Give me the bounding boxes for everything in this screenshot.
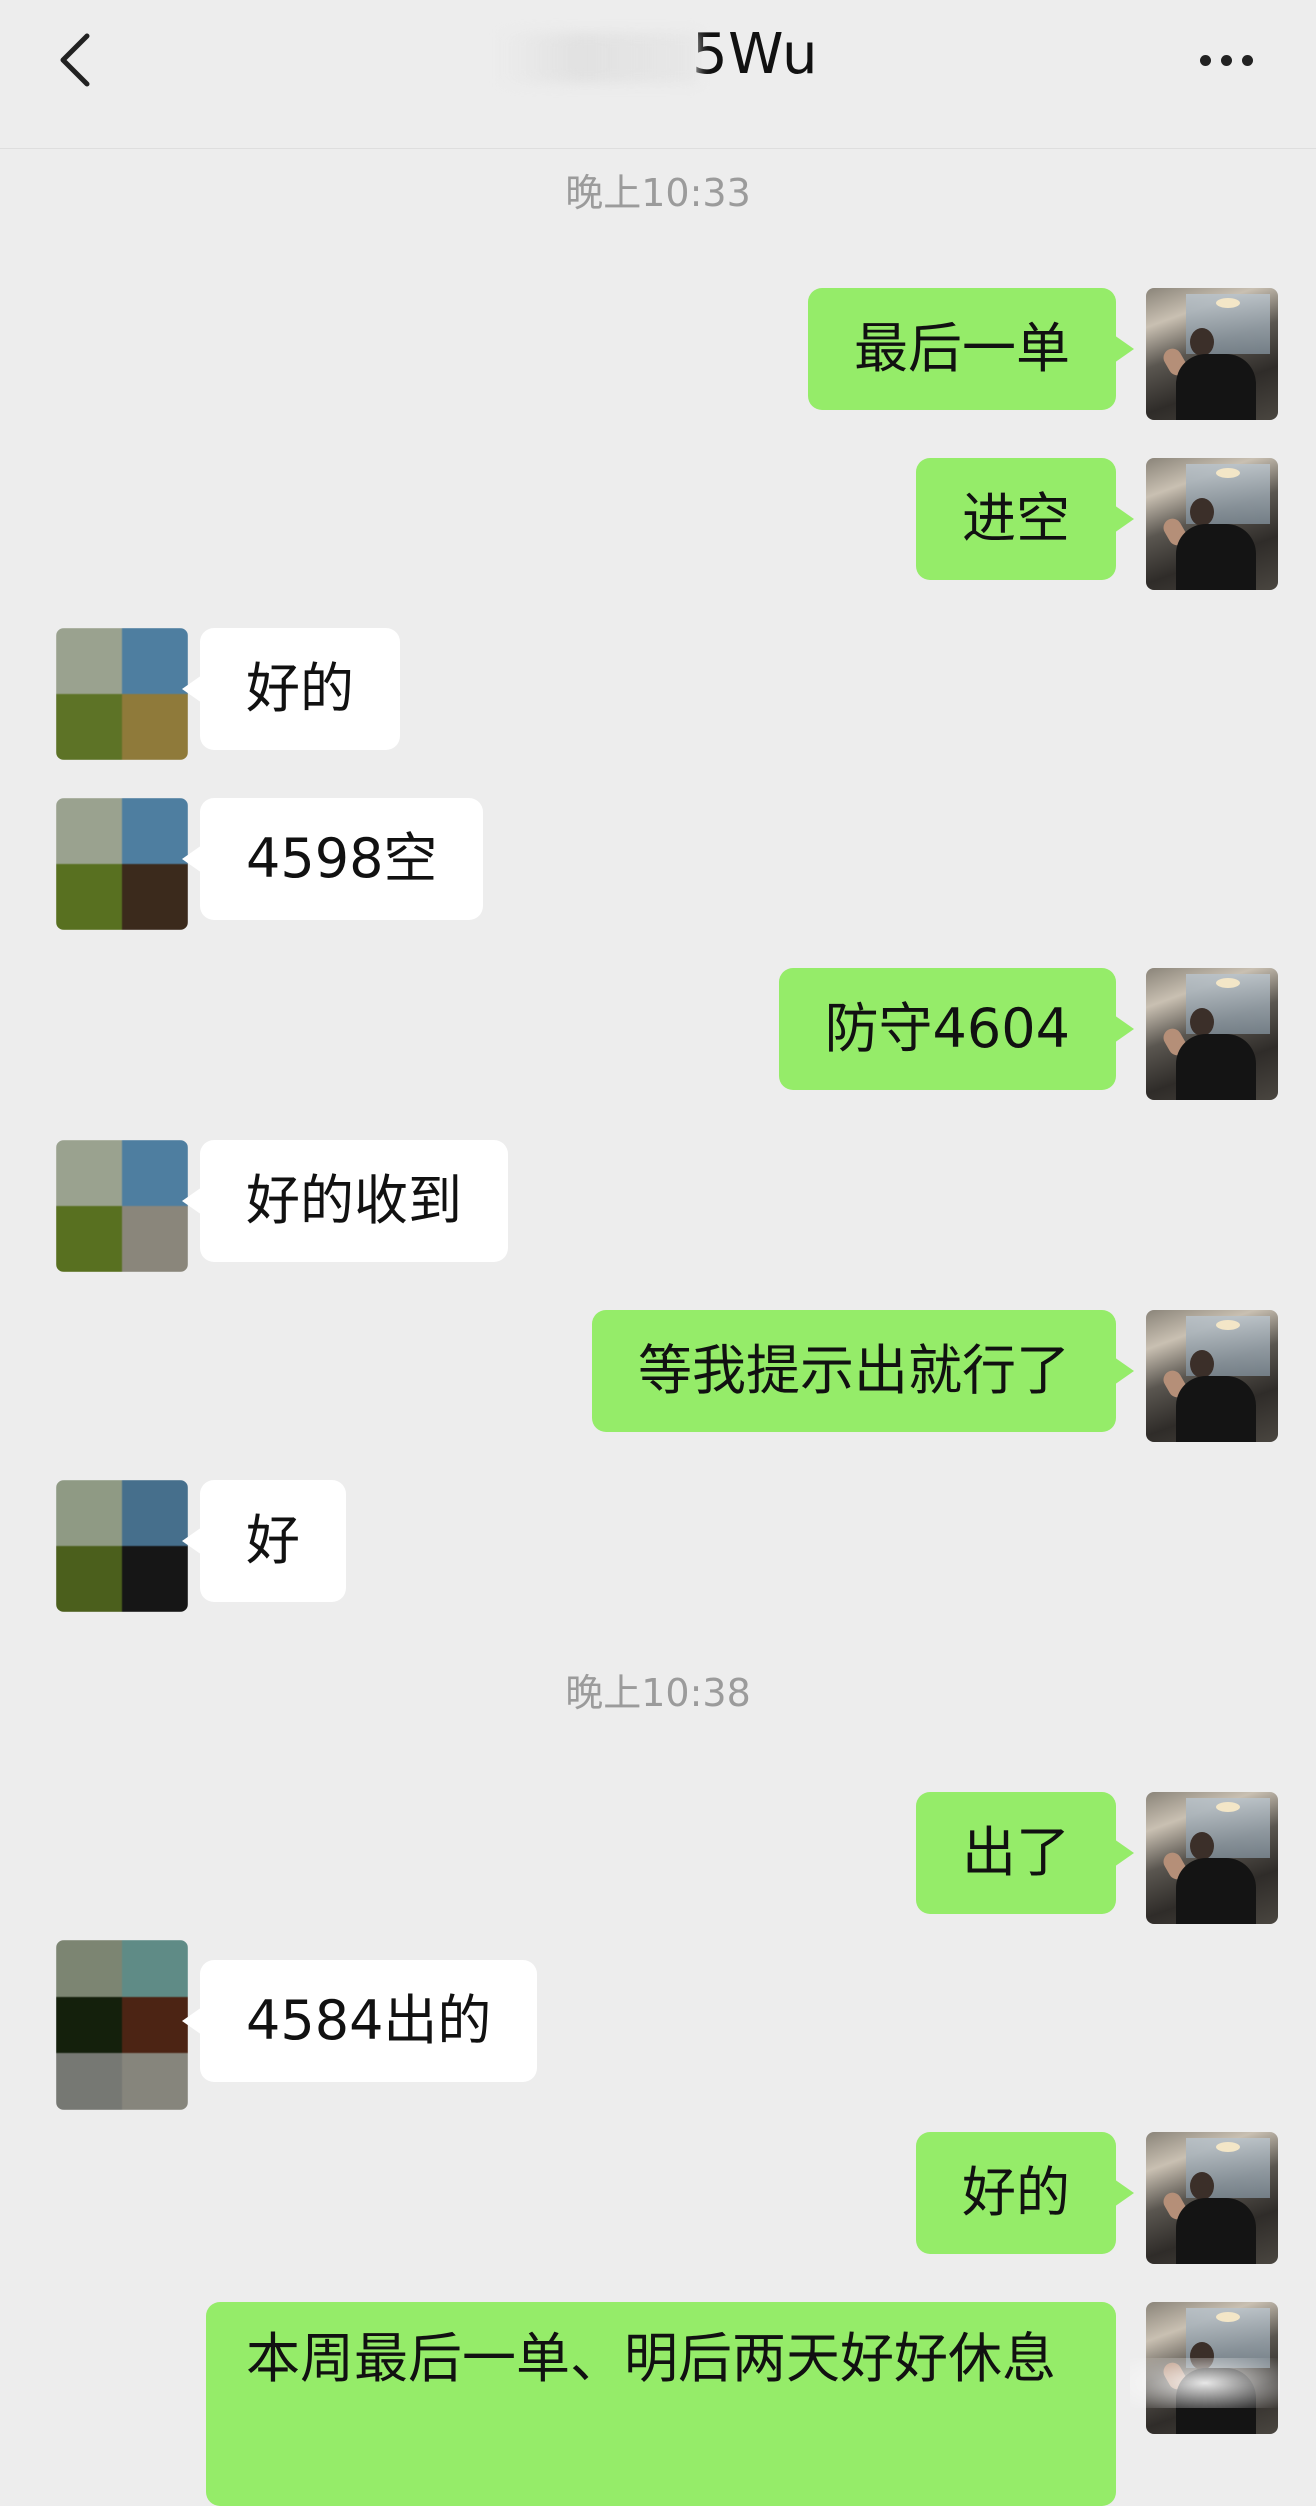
watermark	[1130, 2358, 1280, 2408]
received-bubble[interactable]: 好的收到	[182, 1140, 508, 1263]
sent-bubble[interactable]: 本周最后一单、明后两天好好休息	[206, 2302, 1116, 2506]
my-avatar[interactable]	[1146, 288, 1278, 420]
timestamp: 晚上10:38	[565, 1671, 751, 1715]
redacted-name	[498, 32, 698, 83]
sent-bubble[interactable]: 好的	[916, 2132, 1134, 2255]
contact-avatar[interactable]	[56, 628, 188, 760]
my-avatar[interactable]	[1146, 968, 1278, 1100]
contact-avatar[interactable]	[56, 1140, 188, 1272]
my-avatar[interactable]	[1146, 458, 1278, 590]
received-bubble[interactable]: 4598空	[181, 798, 484, 921]
chat-title: 5Wu	[692, 22, 818, 87]
my-avatar[interactable]	[1146, 2132, 1278, 2264]
sent-bubble[interactable]: 等我提示出就行了	[592, 1310, 1134, 1433]
sent-bubble[interactable]: 防守4604	[778, 968, 1135, 1091]
sent-bubble[interactable]: 进空	[916, 458, 1134, 581]
contact-avatar[interactable]	[56, 1940, 188, 2110]
my-avatar[interactable]	[1146, 1792, 1278, 1924]
timestamp: 晚上10:33	[565, 171, 751, 215]
more-options-button[interactable]	[1176, 30, 1276, 90]
received-bubble[interactable]: 4584出的	[181, 1960, 538, 2083]
sent-bubble[interactable]: 最后一单	[808, 288, 1134, 411]
received-bubble[interactable]: 好的	[182, 628, 400, 751]
chat-header: 5Wu	[0, 0, 1316, 149]
sent-bubble[interactable]: 出了	[916, 1792, 1134, 1915]
chat-title-container: 5Wu	[0, 22, 1316, 87]
contact-avatar[interactable]	[56, 798, 188, 930]
my-avatar[interactable]	[1146, 1310, 1278, 1442]
received-bubble[interactable]: 好	[182, 1480, 346, 1603]
more-dots-icon	[1199, 54, 1253, 66]
contact-avatar[interactable]	[56, 1480, 188, 1612]
